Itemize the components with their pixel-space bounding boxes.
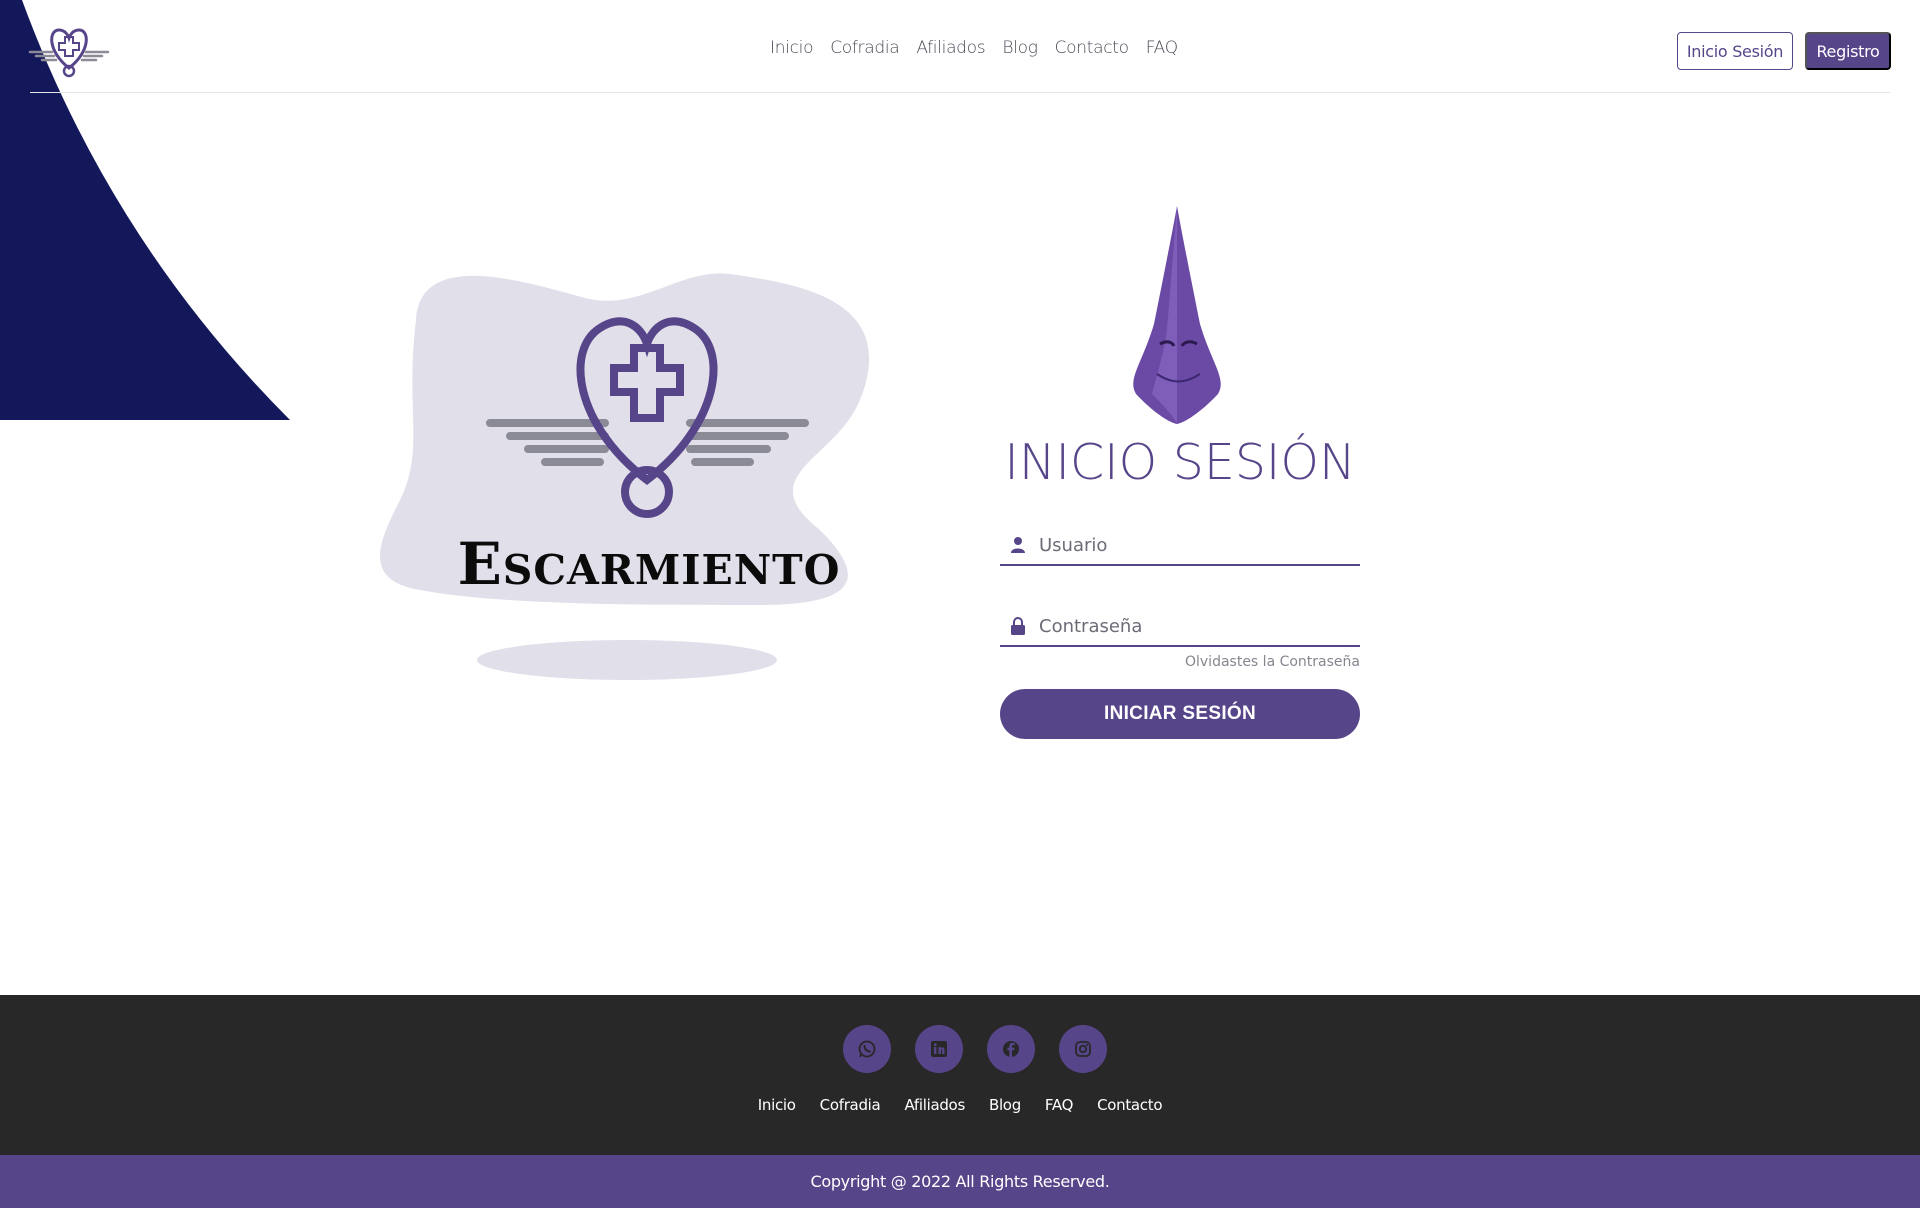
footer-nav-contacto[interactable]: Contacto — [1097, 1096, 1162, 1114]
footer-nav-afiliados[interactable]: Afiliados — [904, 1096, 965, 1114]
password-input[interactable] — [1039, 611, 1349, 641]
facebook-button[interactable] — [987, 1025, 1035, 1073]
nav-inicio[interactable]: Inicio — [770, 38, 813, 58]
nav-faq[interactable]: FAQ — [1146, 38, 1178, 58]
footer-nav: Inicio Cofradia Afiliados Blog FAQ Conta… — [0, 1096, 1920, 1114]
username-field — [1000, 526, 1360, 566]
footer-nav-inicio[interactable]: Inicio — [758, 1096, 796, 1114]
copyright-bar: Copyright @ 2022 All Rights Reserved. — [0, 1155, 1920, 1208]
whatsapp-icon — [858, 1040, 876, 1058]
login-title: INICIO SESIÓN — [1004, 434, 1356, 491]
header-divider — [30, 92, 1890, 93]
nav-blog[interactable]: Blog — [1002, 38, 1038, 58]
brand-logo-illustration — [380, 273, 870, 680]
linkedin-button[interactable] — [915, 1025, 963, 1073]
whatsapp-button[interactable] — [843, 1025, 891, 1073]
instagram-icon — [1075, 1041, 1091, 1057]
facebook-icon — [1003, 1041, 1019, 1057]
login-button[interactable]: Inicio Sesión — [1677, 32, 1793, 70]
hood-illustration — [1133, 206, 1221, 424]
footer-nav-faq[interactable]: FAQ — [1045, 1096, 1073, 1114]
submit-login-button[interactable]: INICIAR SESIÓN — [1000, 689, 1360, 739]
main-nav: Inicio Cofradia Afiliados Blog Contacto … — [770, 38, 1178, 58]
password-field — [1000, 607, 1360, 647]
site-footer: Inicio Cofradia Afiliados Blog FAQ Conta… — [0, 995, 1920, 1155]
nav-afiliados[interactable]: Afiliados — [916, 38, 985, 58]
user-icon — [1011, 537, 1025, 553]
brand-name: Escarmiento — [457, 530, 841, 598]
register-button[interactable]: Registro — [1805, 32, 1891, 70]
linkedin-icon — [931, 1041, 947, 1057]
social-links — [843, 1025, 1107, 1073]
footer-nav-cofradia[interactable]: Cofradia — [820, 1096, 881, 1114]
footer-nav-blog[interactable]: Blog — [989, 1096, 1021, 1114]
username-input[interactable] — [1039, 530, 1349, 560]
instagram-button[interactable] — [1059, 1025, 1107, 1073]
nav-contacto[interactable]: Contacto — [1055, 38, 1129, 58]
lock-icon — [1011, 617, 1025, 635]
site-logo[interactable] — [28, 22, 110, 78]
nav-cofradia[interactable]: Cofradia — [830, 38, 900, 58]
site-header: Inicio Cofradia Afiliados Blog Contacto … — [0, 0, 1920, 93]
copyright-text: Copyright @ 2022 All Rights Reserved. — [810, 1172, 1110, 1191]
forgot-password-link[interactable]: Olvidastes la Contraseña — [1000, 654, 1360, 670]
